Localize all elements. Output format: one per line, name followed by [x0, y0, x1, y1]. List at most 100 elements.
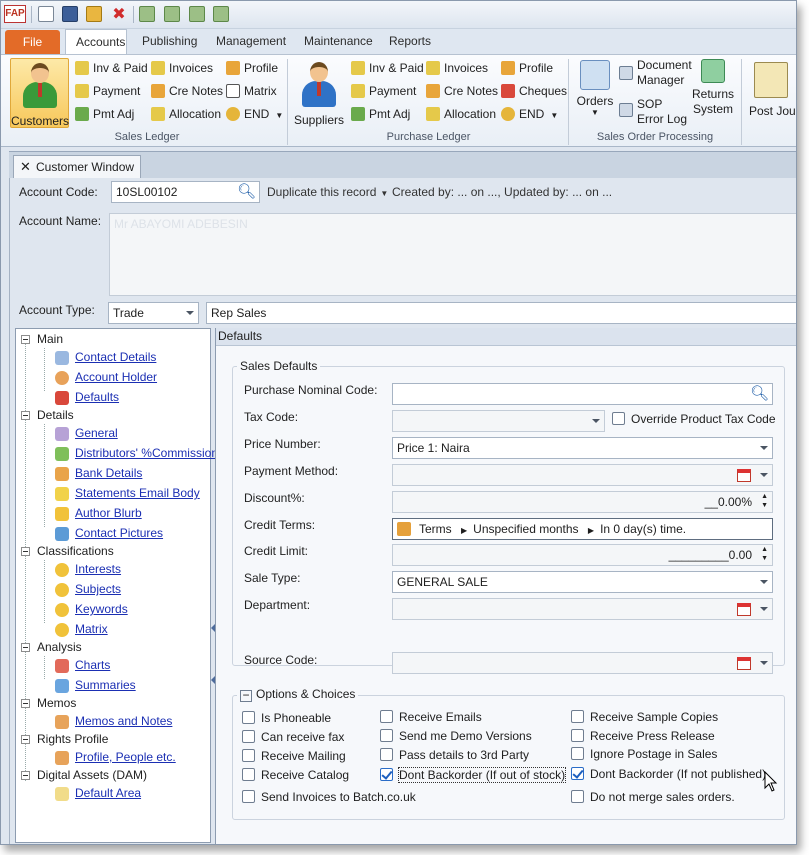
- purchase-nominal-input[interactable]: 🔍︎: [392, 383, 773, 405]
- collapse-icon[interactable]: [21, 335, 30, 344]
- purchase-invoices-button[interactable]: Invoices: [426, 58, 488, 78]
- purchase-cheques-button[interactable]: Cheques: [501, 81, 567, 101]
- override-product-tax-checkbox[interactable]: Override Product Tax Code: [612, 412, 776, 426]
- send-invoices-batch-checkbox[interactable]: Send Invoices to Batch.co.uk: [242, 790, 416, 804]
- collapse-icon[interactable]: [21, 411, 30, 420]
- tree-item-summaries[interactable]: Summaries: [55, 678, 136, 693]
- customers-button[interactable]: Customers: [10, 58, 69, 128]
- dont-backorder-not-published-checkbox[interactable]: Dont Backorder (If not published): [571, 767, 766, 781]
- tree-item-matrix[interactable]: Matrix: [55, 622, 108, 637]
- collapse-icon[interactable]: [21, 735, 30, 744]
- tab-accounts[interactable]: Accounts: [65, 29, 127, 55]
- ignore-postage-checkbox[interactable]: Ignore Postage in Sales: [571, 747, 717, 761]
- tab-customer-window[interactable]: ✕ Customer Window: [13, 155, 141, 179]
- credit-terms-part3[interactable]: In 0 day(s) time.: [600, 522, 686, 536]
- tree-item-keywords[interactable]: Keywords: [55, 602, 128, 617]
- sop-error-log-button[interactable]: SOP Error Log: [619, 97, 687, 131]
- department-select[interactable]: [392, 598, 773, 620]
- tree-item-account-holder[interactable]: Account Holder: [55, 370, 157, 385]
- receive-catalog-checkbox[interactable]: Receive Catalog: [242, 768, 349, 782]
- sales-invoices-button[interactable]: Invoices: [151, 58, 213, 78]
- sales-payment-button[interactable]: Payment: [75, 81, 140, 101]
- tree-node-memos[interactable]: Memos: [21, 696, 76, 710]
- sales-allocation-button[interactable]: Allocation: [151, 104, 221, 124]
- receive-sample-copies-checkbox[interactable]: Receive Sample Copies: [571, 710, 718, 724]
- tree-item-defaults[interactable]: Defaults: [55, 390, 119, 405]
- tab-management[interactable]: Management: [206, 29, 296, 54]
- save-all-icon[interactable]: [86, 6, 102, 22]
- purchase-profile-button[interactable]: Profile: [501, 58, 553, 78]
- payment-method-select[interactable]: [392, 464, 773, 486]
- tree-item-contact-pictures[interactable]: Contact Pictures: [55, 526, 163, 541]
- discount-spinner[interactable]: __0.00% ▲ ▼: [392, 491, 773, 513]
- new-document-icon[interactable]: [38, 6, 54, 22]
- tree-item-memos-and-notes[interactable]: Memos and Notes: [55, 714, 172, 729]
- purchase-end-button[interactable]: END ▼: [501, 104, 558, 124]
- purchase-pmt-adj-button[interactable]: Pmt Adj: [351, 104, 410, 124]
- search-icon[interactable]: 🔍︎: [237, 183, 256, 201]
- collapse-icon[interactable]: [21, 699, 30, 708]
- tree-item-charts[interactable]: Charts: [55, 658, 110, 673]
- purchase-inv-paid-button[interactable]: Inv & Paid: [351, 58, 424, 78]
- collapse-icon[interactable]: [21, 643, 30, 652]
- receive-mailing-checkbox[interactable]: Receive Mailing: [242, 749, 346, 763]
- tree-item-default-area[interactable]: Default Area: [55, 786, 141, 801]
- dont-backorder-out-of-stock-checkbox[interactable]: Dont Backorder (If out of stock): [380, 767, 567, 783]
- tree-item-interests[interactable]: Interests: [55, 562, 121, 577]
- purchase-payment-button[interactable]: Payment: [351, 81, 416, 101]
- account-code-input[interactable]: 10SL00102 🔍︎: [111, 181, 260, 203]
- tree-item-contact-details[interactable]: Contact Details: [55, 350, 156, 365]
- first-record-icon[interactable]: [139, 6, 155, 22]
- sales-end-button[interactable]: END ▼: [226, 104, 283, 124]
- rep-sales-field[interactable]: Rep Sales: [206, 302, 796, 324]
- credit-terms-part2[interactable]: Unspecified months: [473, 522, 578, 536]
- pass-details-3rd-party-checkbox[interactable]: Pass details to 3rd Party: [380, 748, 529, 762]
- source-code-select[interactable]: [392, 652, 773, 674]
- credit-limit-spinner[interactable]: _________0.00 ▲ ▼: [392, 544, 773, 566]
- tab-publishing[interactable]: Publishing: [132, 29, 207, 54]
- tree-item-statements-email-body[interactable]: Statements Email Body: [55, 486, 200, 501]
- collapse-icon[interactable]: [21, 547, 30, 556]
- save-icon[interactable]: [62, 6, 78, 22]
- sales-cre-notes-button[interactable]: Cre Notes: [151, 81, 223, 101]
- last-record-icon[interactable]: [213, 6, 229, 22]
- tree-node-main[interactable]: Main: [21, 332, 63, 346]
- tree-item-subjects[interactable]: Subjects: [55, 582, 121, 597]
- receive-press-release-checkbox[interactable]: Receive Press Release: [571, 729, 715, 743]
- calendar-icon[interactable]: [737, 603, 751, 616]
- account-name-input[interactable]: Mr ABAYOMI ADEBESIN: [109, 213, 796, 296]
- sales-matrix-button[interactable]: Matrix: [226, 81, 277, 101]
- tree-node-classifications[interactable]: Classifications: [21, 544, 114, 558]
- is-phoneable-checkbox[interactable]: Is Phoneable: [242, 711, 331, 725]
- credit-terms-field[interactable]: Terms ▶ Unspecified months ▶ In 0 day(s) t…: [392, 518, 773, 540]
- tax-code-select[interactable]: [392, 410, 605, 432]
- duplicate-record-dropdown[interactable]: Duplicate this record ▼: [267, 185, 388, 199]
- receive-emails-checkbox[interactable]: Receive Emails: [380, 710, 482, 724]
- calendar-icon[interactable]: [737, 657, 751, 670]
- sale-type-select[interactable]: GENERAL SALE: [392, 571, 773, 593]
- can-receive-fax-checkbox[interactable]: Can receive fax: [242, 730, 344, 744]
- tree-node-analysis[interactable]: Analysis: [21, 640, 82, 654]
- orders-button[interactable]: Orders ▼: [574, 58, 616, 128]
- tab-reports[interactable]: Reports: [379, 29, 441, 54]
- tree-item-distributors-commission[interactable]: Distributors' %Commission: [55, 446, 218, 461]
- tree-item-general[interactable]: General: [55, 426, 118, 441]
- spinner-icon[interactable]: ▲ ▼: [761, 492, 768, 510]
- send-demo-versions-checkbox[interactable]: Send me Demo Versions: [380, 729, 532, 743]
- returns-system-button[interactable]: Returns System: [691, 58, 735, 128]
- search-icon[interactable]: 🔍︎: [750, 385, 769, 403]
- account-type-select[interactable]: Trade: [108, 302, 199, 324]
- price-number-select[interactable]: Price 1: Naira: [392, 437, 773, 459]
- spinner-icon[interactable]: ▲ ▼: [761, 545, 768, 563]
- tree-item-author-blurb[interactable]: Author Blurb: [55, 506, 142, 521]
- suppliers-button[interactable]: Suppliers: [293, 58, 345, 128]
- credit-terms-part1[interactable]: Terms: [419, 522, 452, 536]
- close-icon[interactable]: ✕: [20, 156, 31, 178]
- tree-node-digital-assets[interactable]: Digital Assets (DAM): [21, 768, 147, 782]
- sales-profile-button[interactable]: Profile: [226, 58, 278, 78]
- collapse-icon[interactable]: −: [240, 689, 252, 702]
- document-manager-button[interactable]: Document Manager: [619, 58, 692, 92]
- purchase-cre-notes-button[interactable]: Cre Notes: [426, 81, 498, 101]
- tab-maintenance[interactable]: Maintenance: [294, 29, 383, 54]
- sales-inv-paid-button[interactable]: Inv & Paid: [75, 58, 148, 78]
